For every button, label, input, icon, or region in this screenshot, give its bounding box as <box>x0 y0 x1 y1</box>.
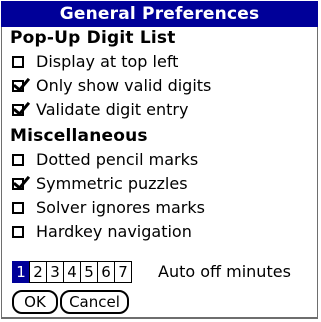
auto-off-minutes-selector[interactable]: 1 2 3 4 5 6 7 <box>12 261 132 283</box>
checkbox-dotted-pencil-marks[interactable]: Dotted pencil marks <box>12 148 198 172</box>
checkbox-icon[interactable] <box>12 178 24 190</box>
auto-off-option[interactable]: 5 <box>80 261 98 283</box>
popup-section-heading: Pop-Up Digit List <box>10 28 176 48</box>
checkbox-icon[interactable] <box>12 154 24 166</box>
checkbox-solver-ignores-marks[interactable]: Solver ignores marks <box>12 196 205 220</box>
auto-off-option[interactable]: 6 <box>97 261 115 283</box>
auto-off-option[interactable]: 7 <box>114 261 132 283</box>
cancel-button[interactable]: Cancel <box>60 290 129 314</box>
checkbox-icon[interactable] <box>12 202 24 214</box>
dialog-title: General Preferences <box>1 1 318 27</box>
auto-off-option[interactable]: 1 <box>12 261 30 283</box>
auto-off-option[interactable]: 3 <box>46 261 64 283</box>
misc-section-heading: Miscellaneous <box>10 126 148 146</box>
checkbox-label: Solver ignores marks <box>36 198 205 217</box>
checkbox-validate-digit-entry[interactable]: Validate digit entry <box>12 98 188 122</box>
auto-off-option[interactable]: 4 <box>63 261 81 283</box>
checkbox-label: Validate digit entry <box>36 100 189 119</box>
checkbox-label: Hardkey navigation <box>36 222 192 241</box>
auto-off-option[interactable]: 2 <box>29 261 47 283</box>
checkbox-icon[interactable] <box>12 80 24 92</box>
checkbox-label: Dotted pencil marks <box>36 150 199 169</box>
checkbox-icon[interactable] <box>12 104 24 116</box>
auto-off-label: Auto off minutes <box>158 262 291 281</box>
checkbox-display-top-left[interactable]: Display at top left <box>12 50 178 74</box>
checkbox-icon[interactable] <box>12 56 24 68</box>
checkbox-label: Only show valid digits <box>36 76 212 95</box>
checkbox-symmetric-puzzles[interactable]: Symmetric puzzles <box>12 172 188 196</box>
checkbox-only-show-valid-digits[interactable]: Only show valid digits <box>12 74 211 98</box>
checkbox-label: Display at top left <box>36 52 179 71</box>
checkbox-label: Symmetric puzzles <box>36 174 188 193</box>
checkbox-icon[interactable] <box>12 226 24 238</box>
ok-button[interactable]: OK <box>12 290 58 314</box>
checkbox-hardkey-navigation[interactable]: Hardkey navigation <box>12 220 192 244</box>
